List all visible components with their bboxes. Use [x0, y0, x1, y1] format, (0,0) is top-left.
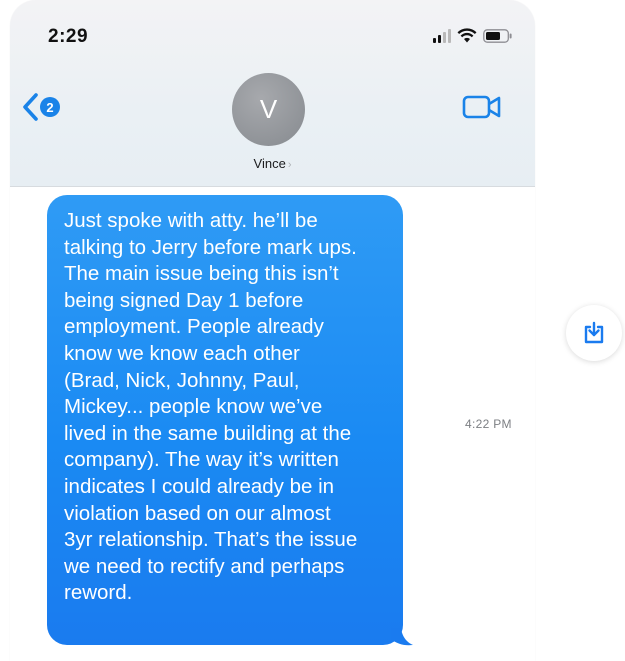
status-icons: [433, 28, 513, 43]
bubble-tail: [391, 628, 413, 646]
chevron-left-icon: [23, 93, 38, 121]
sent-message-bubble[interactable]: Just spoke with atty. he’ll be talking t…: [47, 195, 403, 645]
avatar[interactable]: V: [232, 73, 305, 146]
wifi-icon: [457, 28, 477, 43]
status-time: 2:29: [48, 26, 89, 47]
back-button[interactable]: 2: [22, 92, 60, 122]
video-camera-icon: [462, 95, 501, 119]
messages-screen: 2:29 2 V Vince › Just spoke with atty. h…: [10, 0, 535, 661]
battery-icon: [483, 28, 512, 43]
video-call-button[interactable]: [462, 94, 502, 125]
cellular-signal-icon: [433, 28, 451, 43]
contact-name: Vince: [253, 156, 286, 171]
chevron-right-icon: ›: [287, 159, 292, 171]
download-icon: [584, 321, 604, 344]
screenshot: 2:29 2 V Vince › Just spoke with atty. h…: [0, 0, 625, 661]
message-timestamp: 4:22 PM: [465, 417, 512, 431]
download-button[interactable]: [566, 305, 622, 361]
conversation-header: 2:29 2 V Vince ›: [10, 0, 535, 187]
contact-name-button[interactable]: Vince ›: [10, 156, 535, 171]
unread-count-badge: 2: [40, 97, 60, 117]
